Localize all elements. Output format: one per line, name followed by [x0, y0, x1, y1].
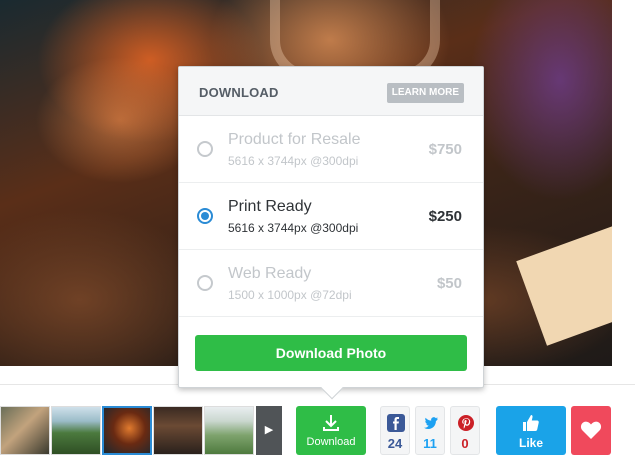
option-name: Print Ready [228, 198, 312, 215]
thumbnail[interactable] [204, 406, 254, 455]
facebook-count: 24 [387, 436, 403, 451]
thumbnail[interactable] [0, 406, 50, 455]
thumbnail[interactable] [153, 406, 203, 455]
thumbs-up-icon [523, 415, 539, 431]
thumbnail-strip: ▶ [0, 406, 282, 455]
radio-button-selected[interactable] [197, 208, 213, 224]
favorite-button[interactable] [571, 406, 611, 455]
pinterest-share-button[interactable]: 0 [450, 406, 480, 455]
twitter-icon [422, 414, 440, 432]
heart-icon [580, 421, 602, 439]
popup-header: DOWNLOAD LEARN MORE [179, 67, 483, 116]
license-option-print[interactable]: Print Ready 5616 x 3744px @300dpi $250 [179, 183, 483, 250]
download-popup: DOWNLOAD LEARN MORE Product for Resale 5… [178, 66, 484, 400]
learn-more-button[interactable]: LEARN MORE [386, 83, 464, 103]
thumbnail-active[interactable] [102, 406, 152, 455]
option-name: Product for Resale [228, 131, 361, 148]
radio-button[interactable] [197, 141, 213, 157]
radio-button[interactable] [197, 275, 213, 291]
download-photo-button[interactable]: Download Photo [195, 335, 467, 371]
pinterest-icon [457, 414, 475, 432]
facebook-share-button[interactable]: 24 [380, 406, 410, 455]
option-spec: 5616 x 3744px @300dpi [228, 221, 359, 235]
option-price: $50 [436, 275, 462, 292]
download-tile-label: Download [306, 436, 356, 448]
pinterest-count: 0 [461, 436, 469, 451]
like-label: Like [518, 436, 543, 450]
photo-page: DOWNLOAD LEARN MORE Product for Resale 5… [0, 0, 635, 473]
twitter-share-button[interactable]: 11 [415, 406, 445, 455]
download-tile-button[interactable]: Download [296, 406, 366, 455]
option-spec: 5616 x 3744px @300dpi [228, 154, 359, 168]
license-option-resale[interactable]: Product for Resale 5616 x 3744px @300dpi… [179, 116, 483, 183]
thumbnail[interactable] [51, 406, 101, 455]
twitter-count: 11 [423, 436, 437, 451]
chevron-right-icon[interactable]: ▶ [256, 406, 282, 455]
facebook-icon [387, 414, 405, 432]
option-price: $750 [428, 141, 462, 158]
like-button[interactable]: Like [496, 406, 566, 455]
option-price: $250 [428, 208, 462, 225]
paper-card [516, 220, 612, 346]
option-spec: 1500 x 1000px @72dpi [228, 288, 352, 302]
option-name: Web Ready [228, 265, 312, 282]
download-icon [323, 415, 339, 431]
popup-title: DOWNLOAD [199, 85, 279, 100]
license-option-web[interactable]: Web Ready 1500 x 1000px @72dpi $50 [179, 250, 483, 317]
